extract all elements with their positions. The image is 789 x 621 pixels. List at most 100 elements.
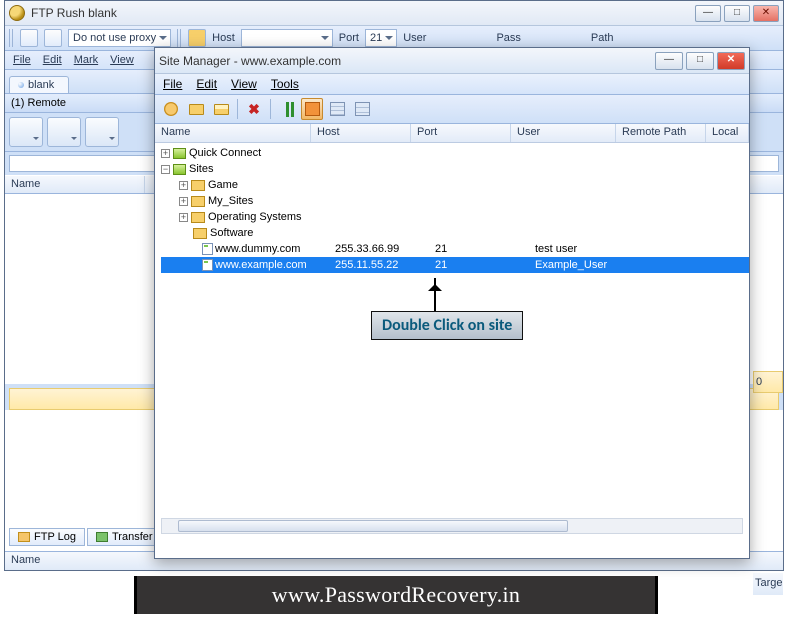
folder-icon	[191, 212, 205, 223]
column-host[interactable]: Host	[311, 124, 411, 142]
menu-file[interactable]: File	[163, 77, 182, 91]
folder-icon	[189, 104, 204, 115]
port-combo[interactable]: 21	[365, 29, 397, 47]
site-entry-icon	[202, 243, 213, 255]
site-row[interactable]: www.example.com 255.11.55.22 21 Example_…	[161, 257, 749, 273]
close-button[interactable]: ✕	[717, 52, 745, 70]
collapse-icon[interactable]: −	[161, 165, 170, 174]
transfer-button[interactable]	[85, 117, 119, 147]
view-grid-button[interactable]	[301, 98, 323, 120]
cell-port: 21	[433, 243, 533, 255]
main-title: FTP Rush blank	[31, 6, 117, 20]
toolbar-grip[interactable]	[177, 29, 182, 47]
dialog-title-bar[interactable]: Site Manager - www.example.com — □ ✕	[155, 48, 749, 74]
cell-user: Example_User	[533, 259, 638, 271]
expand-icon[interactable]: +	[179, 197, 188, 206]
x-icon: ✖	[248, 101, 260, 118]
column-name[interactable]: Name	[5, 176, 145, 193]
grid-icon	[305, 102, 320, 116]
tree-node-quick-connect[interactable]: +Quick Connect	[161, 145, 749, 161]
new-folder-button[interactable]	[185, 98, 207, 120]
site-row[interactable]: www.dummy.com 255.33.66.99 21 test user	[161, 241, 749, 257]
separator	[270, 99, 271, 119]
column-name[interactable]: Name	[155, 124, 311, 142]
tree-folder[interactable]: +My_Sites	[161, 193, 749, 209]
menu-mark[interactable]: Mark	[74, 54, 98, 66]
tree-folder[interactable]: Software	[161, 225, 749, 241]
menu-view[interactable]: View	[231, 77, 257, 91]
toolbar-button[interactable]	[20, 29, 38, 47]
main-title-bar: FTP Rush blank — □ ✕	[5, 1, 783, 26]
tree-folder[interactable]: +Operating Systems	[161, 209, 749, 225]
separator	[237, 99, 238, 119]
menu-edit[interactable]: Edit	[43, 54, 62, 66]
open-folder-button[interactable]	[210, 98, 232, 120]
cell-name: www.example.com	[213, 259, 333, 271]
toolbar-button[interactable]	[44, 29, 62, 47]
bottom-tabs: FTP Log Transfer	[5, 528, 166, 546]
annotation-callout: Double Click on site	[371, 311, 523, 340]
column-user[interactable]: User	[511, 124, 616, 142]
host-label: Host	[212, 32, 235, 44]
tab-label: FTP Log	[34, 531, 76, 543]
close-button[interactable]: ✕	[753, 5, 779, 22]
cell-host: 255.33.66.99	[333, 243, 433, 255]
dialog-menu-bar: File Edit View Tools	[155, 74, 749, 95]
column-local[interactable]: Local	[706, 124, 749, 142]
host-combo[interactable]	[241, 29, 333, 47]
maximize-button[interactable]: □	[724, 5, 750, 22]
column-port[interactable]: Port	[411, 124, 511, 142]
columns-button[interactable]	[276, 98, 298, 120]
proxy-combo[interactable]: Do not use proxy	[68, 29, 171, 47]
user-label: User	[403, 32, 426, 44]
list-icon	[330, 102, 345, 116]
tab-indicator-icon	[18, 82, 24, 88]
pass-label: Pass	[496, 32, 520, 44]
menu-file[interactable]: File	[13, 54, 31, 66]
cell-port: 21	[433, 259, 533, 271]
delete-button[interactable]: ✖	[243, 98, 265, 120]
folder-icon	[191, 180, 205, 191]
folder-icon	[191, 196, 205, 207]
folder-open-icon	[214, 104, 229, 115]
site-icon	[173, 148, 186, 159]
maximize-button[interactable]: □	[686, 52, 714, 70]
watermark-banner: www.PasswordRecovery.in	[134, 576, 658, 614]
right-truncated: 0 byte(s Targe	[753, 371, 783, 595]
detail-icon	[355, 102, 370, 116]
column-name[interactable]: Name	[11, 554, 40, 568]
tree-folder[interactable]: +Game	[161, 177, 749, 193]
connect-button[interactable]	[9, 117, 43, 147]
scrollbar-thumb[interactable]	[178, 520, 568, 532]
view-detail-button[interactable]	[351, 98, 373, 120]
settings-button[interactable]	[160, 98, 182, 120]
tab-ftp-log[interactable]: FTP Log	[9, 528, 85, 546]
expand-icon[interactable]: +	[179, 213, 188, 222]
folder-icon[interactable]	[188, 29, 206, 47]
tab-label: blank	[28, 79, 54, 91]
minimize-button[interactable]: —	[655, 52, 683, 70]
site-entry-icon	[202, 259, 213, 271]
horizontal-scrollbar[interactable]	[161, 518, 743, 534]
menu-tools[interactable]: Tools	[271, 77, 299, 91]
expand-icon[interactable]: +	[179, 181, 188, 190]
tab-transfer[interactable]: Transfer	[87, 528, 162, 546]
view-list-button[interactable]	[326, 98, 348, 120]
tab-label: Transfer	[112, 531, 153, 543]
gear-icon	[164, 102, 178, 116]
expand-icon[interactable]: +	[161, 149, 170, 158]
tree-node-sites[interactable]: −Sites	[161, 161, 749, 177]
refresh-button[interactable]	[47, 117, 81, 147]
column-remote-path[interactable]: Remote Path	[616, 124, 706, 142]
toolbar-grip[interactable]	[9, 29, 14, 47]
minimize-button[interactable]: —	[695, 5, 721, 22]
site-manager-dialog: Site Manager - www.example.com — □ ✕ Fil…	[154, 47, 750, 559]
proxy-label: Do not use proxy	[73, 32, 156, 44]
menu-edit[interactable]: Edit	[196, 77, 217, 91]
port-value: 21	[370, 32, 382, 44]
annotation-arrow	[434, 278, 436, 312]
tab-blank[interactable]: blank	[9, 76, 69, 93]
dialog-title: Site Manager - www.example.com	[159, 54, 341, 68]
site-tree[interactable]: +Quick Connect−Sites+Game+My_Sites+Opera…	[155, 143, 749, 538]
menu-view[interactable]: View	[110, 54, 134, 66]
